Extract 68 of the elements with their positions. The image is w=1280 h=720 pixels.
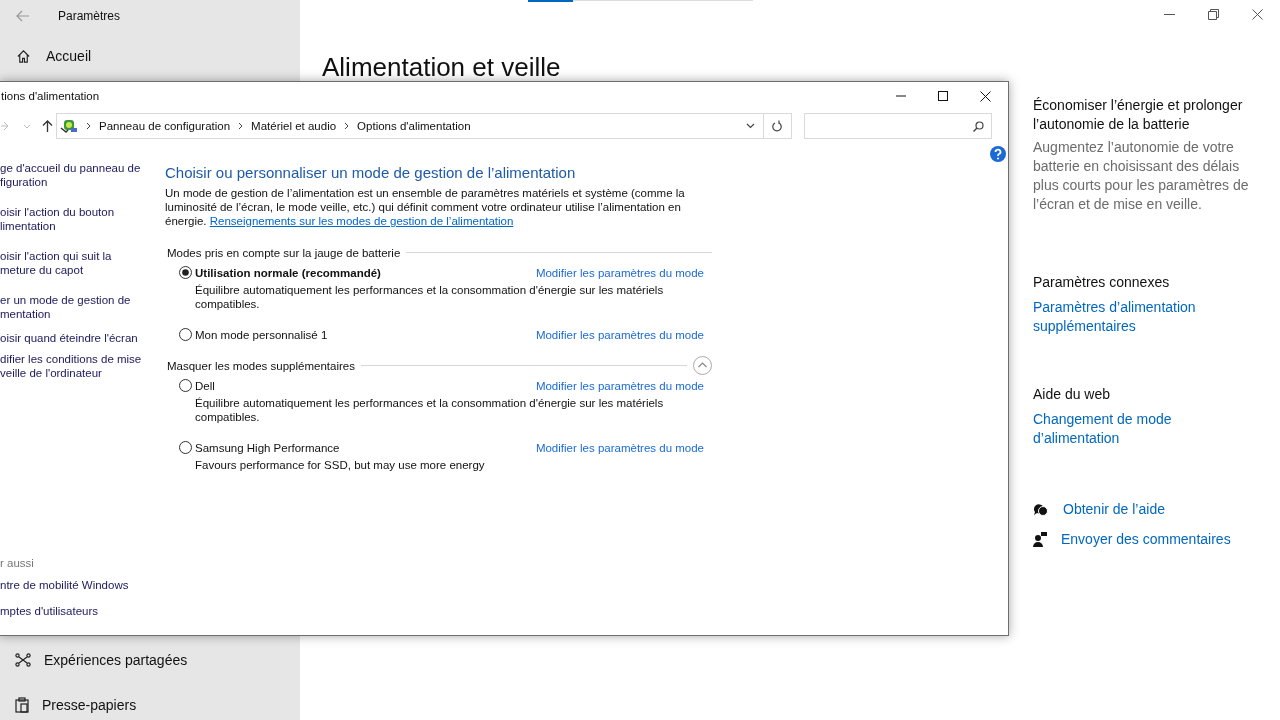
section-heading: Paramètres connexes bbox=[1033, 274, 1171, 290]
plan-radio[interactable]: Samsung High Performance bbox=[179, 441, 340, 454]
breadcrumb-item[interactable]: Matériel et audio bbox=[251, 120, 337, 132]
group-heading: Masquer les modes supplémentaires bbox=[167, 359, 355, 372]
chevron-right-icon bbox=[238, 122, 244, 130]
nav-item[interactable]: Expériences partagées bbox=[0, 645, 300, 675]
home-icon bbox=[16, 48, 31, 64]
task-link[interactable]: oisir quand éteindre l'écran bbox=[0, 331, 165, 345]
section-title: Choisir ou personnaliser un mode de gestion de l’alimentation bbox=[165, 164, 577, 181]
plan-description: Équilibre automatiquement les performances et la consommation d'énergie sur les matériels compatibles. bbox=[194, 396, 665, 424]
see-also-link[interactable]: mptes d'utilisateurs bbox=[0, 604, 165, 618]
see-also-link[interactable]: ntre de mobilité Windows bbox=[0, 578, 165, 592]
refresh-button[interactable] bbox=[764, 113, 792, 139]
task-link[interactable]: oisir l'action qui suit la meture du capot bbox=[0, 249, 165, 277]
help-link[interactable]: Envoyer des commentaires bbox=[1061, 530, 1231, 549]
section-heading: Aide du web bbox=[1033, 386, 1112, 402]
change-plan-link[interactable]: Modifier les paramètres du mode bbox=[535, 266, 704, 279]
up-arrow-icon[interactable] bbox=[42, 120, 53, 132]
group-heading: Modes pris en compte sur la jauge de batterie bbox=[167, 246, 401, 259]
radio-button[interactable] bbox=[179, 379, 192, 392]
search-field[interactable] bbox=[804, 113, 992, 139]
chevron-right-icon bbox=[344, 122, 350, 130]
plan-description: Favours performance for SSD, but may use more energy bbox=[194, 458, 486, 472]
nav-item[interactable]: Presse-papiers bbox=[0, 690, 300, 720]
app-title: Paramètres bbox=[58, 9, 121, 23]
plan-description: Équilibre automatiquement les performances et la consommation d'énergie sur les matériels compatibles. bbox=[194, 283, 665, 311]
close-icon[interactable] bbox=[1252, 9, 1263, 20]
close-icon[interactable] bbox=[980, 90, 991, 102]
task-link[interactable]: er un mode de gestion de mentation bbox=[0, 293, 165, 321]
control-panel-icon bbox=[60, 118, 78, 134]
help-link[interactable]: Obtenir de l’aide bbox=[1063, 500, 1165, 519]
section-heading: r aussi bbox=[0, 557, 35, 569]
home-nav-item[interactable]: Accueil bbox=[0, 32, 300, 64]
chat-help-icon bbox=[1033, 502, 1049, 517]
info-link[interactable]: Renseignements sur les modes de gestion de l’alimentation bbox=[209, 215, 514, 227]
window-title: tions d'alimentation bbox=[0, 90, 100, 102]
section-heading: Économiser l’énergie et prolonger l’autonomie de la batterie bbox=[1033, 96, 1244, 134]
intro-paragraph: Un mode de gestion de l’alimentation est un ensemble de paramètres matériels et système (comme la luminosité de l’écran, le mode veille, etc.) qui définit comment votre ordinateur utilise l’alimentation en énergie. Renseignements sur les modes de gestion de l’alimentation bbox=[165, 186, 686, 228]
refresh-icon bbox=[772, 120, 783, 132]
network-icon bbox=[15, 653, 31, 667]
plan-radio[interactable]: Mon mode personnalisé 1 bbox=[179, 328, 328, 341]
search-icon bbox=[973, 120, 984, 132]
radio-button[interactable] bbox=[179, 441, 192, 454]
restore-icon[interactable] bbox=[1208, 9, 1219, 20]
breadcrumb-item[interactable]: Panneau de configuration bbox=[99, 120, 231, 132]
radio-button[interactable] bbox=[179, 266, 192, 279]
plan-radio[interactable]: Utilisation normale (recommandé) bbox=[179, 266, 381, 279]
tip-text: Augmentez l’autonomie de votre batterie en choisissant des délais plus courts pour les paramètres de l’écran et de mise en veille. bbox=[1033, 138, 1250, 214]
address-bar[interactable]: Panneau de configuration Matériel et audio Options d'alimentation bbox=[56, 113, 764, 139]
clipboard-icon bbox=[15, 697, 29, 713]
change-plan-link[interactable]: Modifier les paramètres du mode bbox=[535, 328, 704, 341]
help-icon[interactable] bbox=[990, 146, 1006, 162]
page-title: Alimentation et veille bbox=[322, 52, 562, 83]
breadcrumb-item[interactable]: Options d'alimentation bbox=[357, 120, 471, 132]
maximize-icon[interactable] bbox=[938, 91, 948, 101]
chevron-right-icon bbox=[86, 122, 91, 130]
person-feedback-icon bbox=[1033, 532, 1047, 547]
task-link[interactable]: difier les conditions de mise veille de l'ordinateur bbox=[0, 352, 165, 380]
task-link[interactable]: ge d'accueil du panneau de figuration bbox=[0, 161, 165, 189]
plan-radio[interactable]: Dell bbox=[179, 379, 215, 392]
settings-link[interactable]: Paramètres d’alimentation supplémentaires bbox=[1033, 298, 1255, 336]
task-link[interactable]: oisir l'action du bouton limentation bbox=[0, 205, 165, 233]
change-plan-link[interactable]: Modifier les paramètres du mode bbox=[535, 441, 704, 454]
radio-button[interactable] bbox=[179, 328, 192, 341]
dropdown-caret-icon[interactable] bbox=[746, 123, 755, 129]
help-link[interactable]: Changement de mode d’alimentation bbox=[1033, 410, 1255, 448]
change-plan-link[interactable]: Modifier les paramètres du mode bbox=[535, 379, 704, 392]
collapse-icon[interactable] bbox=[693, 356, 712, 375]
